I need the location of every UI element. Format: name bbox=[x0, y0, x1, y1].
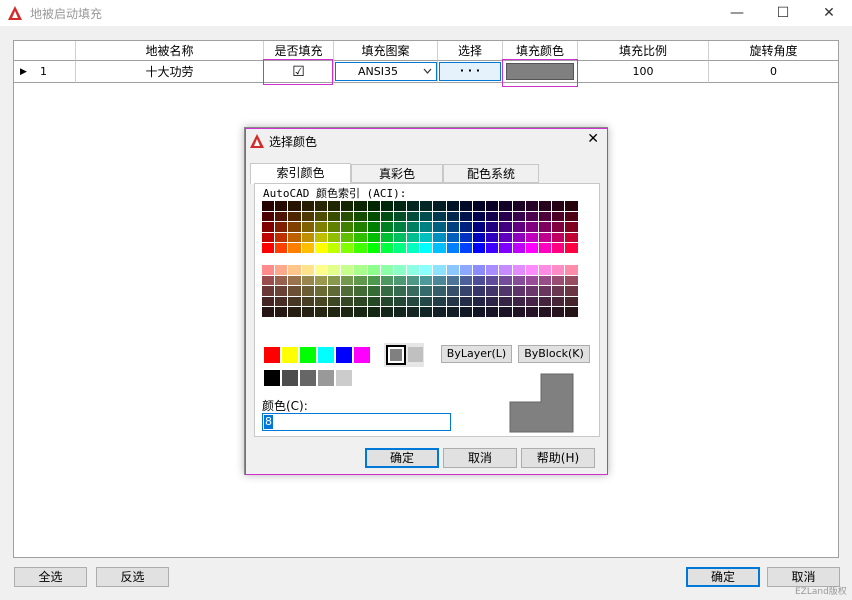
select-pattern-button[interactable]: · · · bbox=[439, 62, 501, 81]
close-button[interactable]: ✕ bbox=[806, 0, 852, 26]
title-bar: 地被启动填充 — ☐ ✕ bbox=[0, 0, 852, 26]
invert-selection-button[interactable]: 反选 bbox=[96, 567, 169, 587]
header-name[interactable]: 地被名称 bbox=[76, 41, 264, 61]
highlight-fill bbox=[263, 59, 333, 85]
window-title: 地被启动填充 bbox=[30, 7, 103, 21]
cell-rotation[interactable]: 0 bbox=[709, 61, 838, 83]
maximize-button[interactable]: ☐ bbox=[760, 0, 806, 26]
pattern-dropdown[interactable]: ANSI35 bbox=[335, 62, 437, 81]
cell-select[interactable]: · · · bbox=[438, 61, 503, 83]
row-index: 1 bbox=[40, 65, 47, 78]
cell-pattern[interactable]: ANSI35 bbox=[334, 61, 438, 83]
select-all-button[interactable]: 全选 bbox=[14, 567, 87, 587]
watermark: EZLand版权 bbox=[795, 587, 847, 597]
minimize-button[interactable]: — bbox=[714, 0, 760, 26]
pattern-value: ANSI35 bbox=[358, 65, 398, 78]
header-fill[interactable]: 是否填充 bbox=[264, 41, 334, 61]
header-rotation[interactable]: 旋转角度 bbox=[709, 41, 838, 61]
header-fill-color[interactable]: 填充颜色 bbox=[503, 41, 578, 61]
header-row-indicator bbox=[14, 41, 76, 61]
cell-name[interactable]: 十大功劳 bbox=[76, 61, 264, 83]
header-select[interactable]: 选择 bbox=[438, 41, 503, 61]
header-scale[interactable]: 填充比例 bbox=[578, 41, 709, 61]
table-row[interactable]: ▶ 1 bbox=[14, 61, 76, 83]
highlight-fill-color bbox=[502, 59, 578, 87]
row-selector-icon: ▶ bbox=[20, 67, 27, 77]
ok-button[interactable]: 确定 bbox=[686, 567, 760, 587]
highlight-dialog bbox=[245, 128, 608, 475]
app-logo-icon bbox=[8, 6, 22, 20]
cell-scale[interactable]: 100 bbox=[578, 61, 709, 83]
chevron-down-icon bbox=[423, 68, 432, 74]
header-pattern[interactable]: 填充图案 bbox=[334, 41, 438, 61]
